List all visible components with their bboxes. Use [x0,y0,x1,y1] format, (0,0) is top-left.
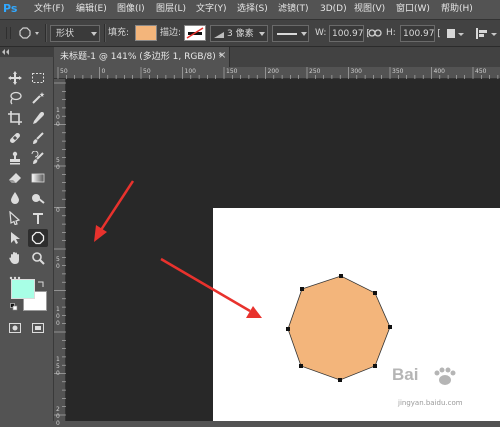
anchor-point[interactable] [286,327,290,331]
anchor-point[interactable] [338,378,342,382]
anchor-point[interactable] [373,364,377,368]
annotation-arrow-lower [160,257,262,318]
anchor-point[interactable] [373,291,377,295]
annotation-arrow-upper [94,180,135,242]
anchor-point[interactable] [339,274,343,278]
anchor-point[interactable] [300,287,304,291]
canvas-overlay [94,180,392,382]
anchor-point[interactable] [388,325,392,329]
paw-icon [432,367,458,387]
watermark-url: jingyan.baidu.com [398,399,463,407]
anchor-point[interactable] [299,364,303,368]
foreground-color-swatch[interactable] [11,279,35,299]
baidu-watermark: Bai jingyan.baidu.com [392,365,500,411]
octagon-shape[interactable] [286,274,392,382]
watermark-logo-text: Bai [392,365,419,384]
